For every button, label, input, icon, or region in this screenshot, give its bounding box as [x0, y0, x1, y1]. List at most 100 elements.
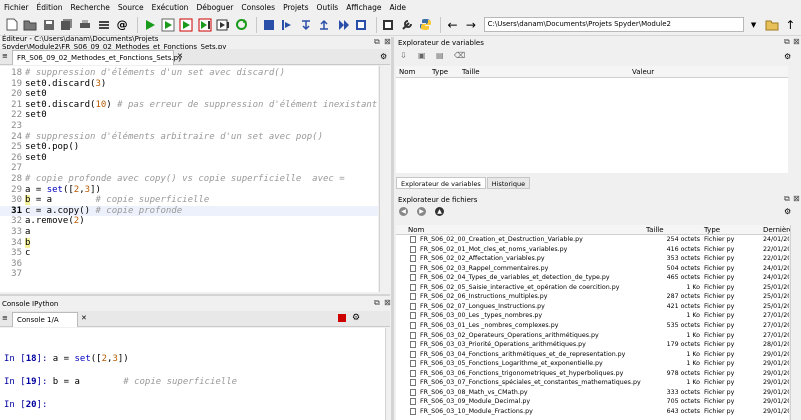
browse-folder-icon[interactable] — [764, 17, 779, 33]
file-row[interactable]: FR_S06_03_08_Math_vs_CMath.py 333 octets F… — [396, 388, 789, 398]
menu-execution[interactable]: Exécution — [152, 3, 189, 12]
maximize-pane-icon[interactable] — [381, 17, 396, 33]
code-editor[interactable]: 18 # suppression d'éléments d'un set avec… — [0, 66, 378, 292]
working-directory-input[interactable]: C:\Users\danam\Documents\Projets Spyder\… — [483, 17, 744, 32]
menu-aide[interactable]: Aide — [389, 3, 406, 12]
menu-fichier[interactable]: Fichier — [4, 3, 29, 12]
undock-icon[interactable]: ⧉ — [374, 298, 380, 308]
file-row[interactable]: FR_S06_02_00_Creation_et_Destruction_Var… — [396, 235, 789, 245]
console-tab[interactable]: Console 1/A — [12, 312, 78, 327]
close-pane-icon[interactable]: ⊠ — [384, 298, 391, 307]
editor-scrollbar[interactable] — [379, 66, 389, 292]
menu-recherche[interactable]: Recherche — [70, 3, 109, 12]
run-selection-icon[interactable] — [197, 17, 212, 33]
file-row[interactable]: FR_S06_02_01_Mot_cles_et_noms_variables.… — [396, 245, 789, 255]
run-cell-advance-icon[interactable] — [179, 17, 194, 33]
tools-icon[interactable] — [399, 17, 414, 33]
settings-icon[interactable]: ⚙ — [784, 207, 791, 216]
open-file-icon[interactable] — [22, 17, 37, 33]
refresh-icon[interactable] — [234, 17, 249, 33]
console-list-icon[interactable]: ≡ — [2, 314, 8, 322]
debug-icon[interactable] — [261, 17, 276, 33]
file-row[interactable]: FR_S06_02_04_Types_de_variables_et_detec… — [396, 273, 789, 283]
up-directory-icon[interactable]: ↑ — [783, 17, 798, 33]
menu-deboguer[interactable]: Déboguer — [196, 3, 233, 12]
ipython-console[interactable]: In [18]: a = set([2,3]) In [19]: b = a #… — [0, 328, 385, 420]
step-icon[interactable] — [280, 17, 295, 33]
close-tab-icon[interactable]: ✕ — [81, 314, 87, 322]
col-type[interactable]: Type — [432, 68, 448, 76]
save-all-icon[interactable] — [59, 17, 74, 33]
file-row[interactable]: FR_S06_03_05_Fonctions_Logarithme_et_exp… — [396, 359, 789, 369]
file-row[interactable]: FR_S06_02_07_Longues_Instructions.py 421 … — [396, 302, 789, 312]
undock-icon[interactable]: ⧉ — [784, 194, 790, 204]
file-row[interactable]: FR_S06_03_06_Fonctions_trigonometriques_… — [396, 369, 789, 379]
menu-affichage[interactable]: Affichage — [346, 3, 381, 12]
col-file-type[interactable]: Type — [704, 226, 720, 234]
step-return-icon[interactable] — [316, 17, 331, 33]
step-into-icon[interactable] — [298, 17, 313, 33]
vertical-splitter[interactable] — [391, 37, 394, 420]
save-data-icon[interactable]: ▣ — [418, 51, 426, 60]
undock-icon[interactable]: ⧉ — [784, 37, 790, 47]
col-nom[interactable]: Nom — [399, 68, 415, 76]
editor-file-tab[interactable]: FR_S06_09_02_Methodes_et_Fonctions_Sets.… — [12, 50, 182, 65]
run-icon[interactable] — [142, 17, 157, 33]
save-as-icon[interactable]: ▤ — [436, 51, 444, 60]
file-list-icon[interactable]: ≡ — [2, 52, 8, 60]
parent-directory-icon[interactable]: ▲ — [435, 207, 444, 216]
tab-variable-explorer[interactable]: Explorateur de variables — [396, 177, 486, 189]
settings-icon[interactable]: ⚙ — [784, 52, 791, 61]
close-tab-icon[interactable]: ✕ — [177, 52, 183, 60]
file-row[interactable]: FR_S06_03_02_Operateurs_Operations_arith… — [396, 331, 789, 341]
forward-icon[interactable]: → — [463, 17, 478, 33]
file-row[interactable]: FR_S06_02_02_Affectation_variables.py 353… — [396, 254, 789, 264]
file-row[interactable]: FR_S06_03_10_Module_Fractions.py 643 octe… — [396, 407, 789, 417]
debug-step-icon[interactable] — [215, 17, 230, 33]
col-valeur[interactable]: Valeur — [632, 68, 654, 76]
file-row[interactable]: FR_S06_02_05_Saisie_interactive_et_opéra… — [396, 283, 789, 293]
stop-debug-icon[interactable] — [353, 17, 368, 33]
save-icon[interactable] — [41, 17, 56, 33]
menu-outils[interactable]: Outils — [317, 3, 339, 12]
file-row[interactable]: FR_S06_03_07_Fonctions_spéciales_et_cons… — [396, 378, 789, 388]
run-cell-icon[interactable] — [160, 17, 175, 33]
list-icon[interactable] — [96, 17, 111, 33]
menu-consoles[interactable]: Consoles — [241, 3, 275, 12]
tab-historique[interactable]: Historique — [486, 177, 531, 189]
continue-icon[interactable] — [335, 17, 350, 33]
file-row[interactable]: FR_S06_03_00_Les _types_nombres.py 1 Ko Fi… — [396, 311, 789, 321]
file-row[interactable]: FR_S06_03_04_Fonctions_arithmétiques_et_… — [396, 350, 789, 360]
editor-console-splitter[interactable] — [0, 294, 390, 296]
file-row[interactable]: FR_S06_03_01_Les _nombres_complexes.py 53… — [396, 321, 789, 331]
print-icon[interactable] — [78, 17, 93, 33]
file-row[interactable]: FR_S06_02_03_Rappel_commentaires.py 504 o… — [396, 264, 789, 274]
col-size[interactable]: Taille — [646, 226, 664, 234]
python-path-icon[interactable] — [417, 17, 432, 33]
variable-table[interactable] — [396, 78, 788, 173]
menu-edition[interactable]: Édition — [37, 3, 63, 12]
file-list-scrollbar[interactable] — [790, 225, 800, 420]
file-row[interactable]: FR_S06_03_03_Priorité_Operations_arithmé… — [396, 340, 789, 350]
col-taille[interactable]: Taille — [462, 68, 480, 76]
file-row[interactable]: FR_S06_02_06_Instructions_multiples.py 28… — [396, 292, 789, 302]
settings-icon[interactable]: ⚙ — [380, 52, 387, 61]
menu-source[interactable]: Source — [118, 3, 144, 12]
close-pane-icon[interactable]: ⊠ — [793, 37, 800, 46]
undock-icon[interactable]: ⧉ — [374, 37, 380, 47]
at-icon[interactable]: @ — [114, 17, 129, 33]
file-list[interactable]: FR_S06_02_00_Creation_et_Destruction_Var… — [396, 235, 789, 420]
new-file-icon[interactable] — [4, 17, 19, 33]
menu-projets[interactable]: Projets — [283, 3, 308, 12]
col-date[interactable]: Dernière — [763, 226, 793, 234]
options-icon[interactable]: ⚙ — [352, 313, 360, 323]
back-icon[interactable]: ◀ — [399, 207, 408, 216]
console-scrollbar[interactable] — [385, 328, 390, 420]
file-row[interactable]: FR_S06_03_09_Module_Decimal.py 705 octets… — [396, 397, 789, 407]
close-pane-icon[interactable]: ⊠ — [384, 37, 391, 46]
forward-icon[interactable]: ▶ — [417, 207, 426, 216]
back-icon[interactable]: ← — [445, 17, 460, 33]
col-name[interactable]: Nom — [408, 226, 424, 234]
dropdown-icon[interactable]: ▼ — [746, 17, 761, 33]
close-pane-icon[interactable]: ⊠ — [793, 194, 800, 203]
